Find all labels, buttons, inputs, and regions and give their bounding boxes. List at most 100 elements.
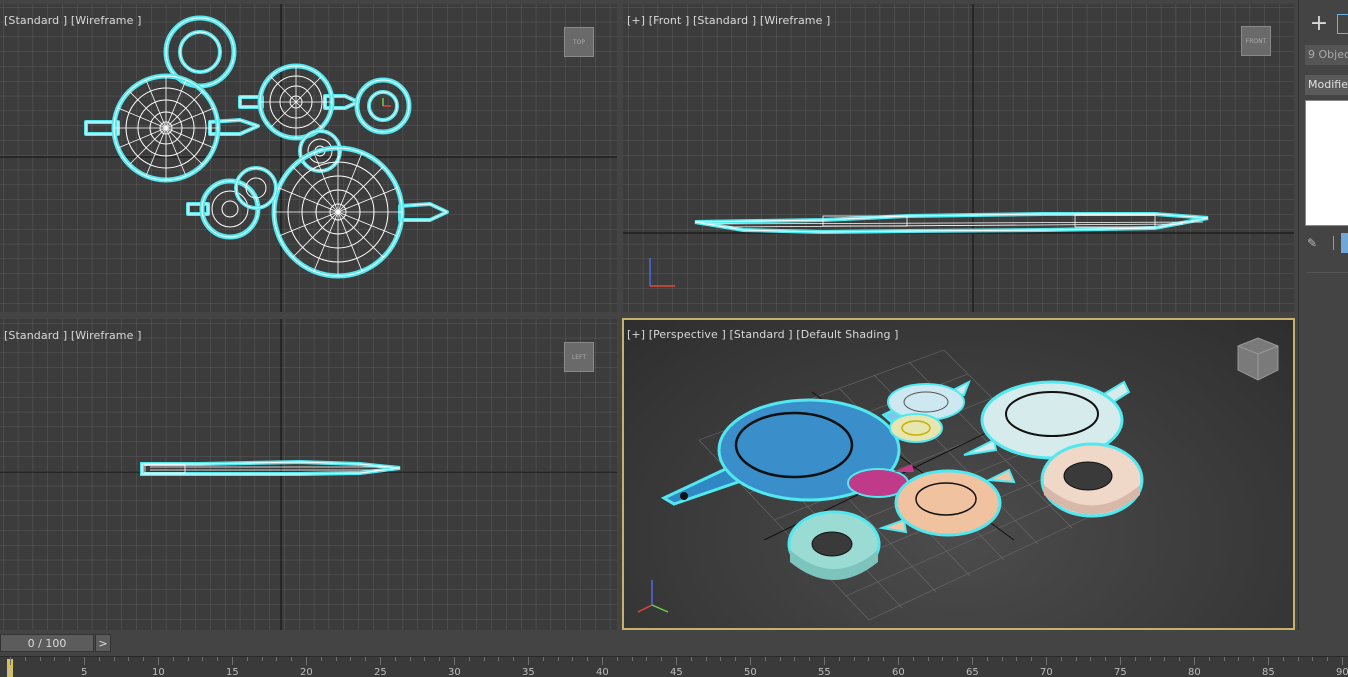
teapot-yellow[interactable] <box>889 413 943 443</box>
viewcube-perspective[interactable] <box>1237 337 1279 381</box>
modify-tab-icon[interactable] <box>1337 14 1348 34</box>
tick-label-35: 35 <box>522 667 535 677</box>
tick-label-60: 60 <box>892 667 905 677</box>
viewport-perspective[interactable]: [+] [Perspective ] [Standard ] [Default … <box>622 318 1295 630</box>
tick-mark <box>1194 657 1195 665</box>
tick-mark <box>1268 657 1269 665</box>
tick-mark <box>1016 657 1018 661</box>
tick-mark <box>513 657 515 661</box>
tick-mark <box>838 657 840 661</box>
tick-mark <box>602 657 603 665</box>
tick-label-70: 70 <box>1040 667 1053 677</box>
tick-label-25: 25 <box>374 667 387 677</box>
tick-mark <box>1164 657 1166 661</box>
tick-mark <box>1090 657 1092 661</box>
tick-mark <box>128 657 130 661</box>
tick-mark <box>912 657 914 661</box>
tick-mark <box>853 657 855 661</box>
tick-mark <box>10 657 11 665</box>
tick-mark <box>143 657 145 661</box>
objects-count: 9 Object <box>1305 45 1348 65</box>
top-grid <box>0 4 617 312</box>
viewcube-front[interactable]: FRONT <box>1241 26 1271 56</box>
tick-mark <box>202 657 204 661</box>
tick-mark <box>1179 657 1181 661</box>
tick-mark <box>587 657 589 661</box>
tick-mark <box>528 657 529 665</box>
viewport-left-label[interactable]: [Standard ] [Wireframe ] <box>4 329 141 342</box>
next-frame-button[interactable]: > <box>95 634 111 652</box>
tick-mark <box>809 657 811 661</box>
tick-mark <box>409 657 411 661</box>
tick-mark <box>1342 657 1343 665</box>
tick-mark <box>98 657 100 661</box>
tick-label-20: 20 <box>300 667 313 677</box>
tick-label-50: 50 <box>744 667 757 677</box>
track-bar[interactable]: 0 5 10 15 20 25 30 35 40 45 50 55 60 65 70 75 80 85 90 <box>0 656 1348 677</box>
viewport-top-label[interactable]: [Standard ] [Wireframe ] <box>4 14 141 27</box>
stack-button-blue[interactable] <box>1341 233 1348 253</box>
tick-mark <box>646 657 648 661</box>
tick-mark <box>957 657 959 661</box>
torus-teal[interactable] <box>787 510 881 580</box>
tick-label-80: 80 <box>1188 667 1201 677</box>
tick-mark <box>394 657 396 661</box>
tick-mark <box>187 657 189 661</box>
tick-mark <box>750 657 751 665</box>
tick-mark <box>468 657 470 661</box>
tick-mark <box>868 657 870 661</box>
tick-mark <box>320 657 322 661</box>
tick-mark <box>498 657 500 661</box>
tick-mark <box>24 657 26 661</box>
tick-mark <box>824 657 825 665</box>
left-grid <box>0 319 617 630</box>
tick-mark <box>986 657 988 661</box>
tick-mark <box>1149 657 1151 661</box>
tick-mark <box>1075 657 1077 661</box>
tick-mark <box>1282 657 1284 661</box>
tick-mark <box>1031 657 1033 661</box>
tick-mark <box>557 657 559 661</box>
tick-mark <box>616 657 618 661</box>
viewport-top[interactable]: [Standard ] [Wireframe ] TOP <box>0 4 617 312</box>
tick-mark <box>1253 657 1255 661</box>
viewport-left[interactable]: [Standard ] [Wireframe ] LEFT <box>0 319 617 630</box>
tick-mark <box>764 657 766 661</box>
viewport-front-label[interactable]: [+] [Front ] [Standard ] [Wireframe ] <box>627 14 830 27</box>
viewport-front[interactable]: [+] [Front ] [Standard ] [Wireframe ] FR… <box>623 4 1294 312</box>
tick-mark <box>883 657 885 661</box>
stack-divider <box>1333 236 1334 250</box>
tick-mark <box>54 657 56 661</box>
tick-mark <box>246 657 248 661</box>
tick-mark <box>1046 657 1047 665</box>
time-slider[interactable]: 0 / 100 <box>0 634 94 652</box>
modifier-list-label[interactable]: Modifier <box>1305 75 1348 95</box>
tick-mark <box>1223 657 1225 661</box>
tick-mark <box>1001 657 1003 661</box>
tick-label-45: 45 <box>670 667 683 677</box>
modifier-stack[interactable] <box>1305 100 1348 226</box>
tick-mark <box>1134 657 1136 661</box>
tick-mark <box>158 657 159 665</box>
teapot-lightblue-small[interactable] <box>887 379 971 421</box>
torus-peach[interactable] <box>1040 442 1144 518</box>
tick-mark <box>232 657 233 665</box>
tick-label-90: 90 <box>1336 667 1348 677</box>
panel-divider <box>1307 272 1348 273</box>
tick-mark <box>676 657 677 665</box>
front-grid <box>623 4 1294 312</box>
tick-label-55: 55 <box>818 667 831 677</box>
tick-label-85: 85 <box>1262 667 1275 677</box>
tick-mark <box>1208 657 1210 661</box>
pin-stack-icon[interactable]: ✎ <box>1307 236 1321 250</box>
tick-label-40: 40 <box>596 667 609 677</box>
viewport-perspective-label[interactable]: [+] [Perspective ] [Standard ] [Default … <box>627 328 899 341</box>
tick-mark <box>217 657 219 661</box>
timeline: 0 / 100 > 0 5 10 15 20 25 30 35 40 45 50 55 60 65 70 75… <box>0 630 1348 677</box>
viewcube-left[interactable]: LEFT <box>564 342 594 372</box>
tick-mark <box>1312 657 1314 661</box>
tick-mark <box>1120 657 1121 665</box>
plus-icon[interactable]: + <box>1307 12 1331 36</box>
viewcube-top[interactable]: TOP <box>564 27 594 57</box>
tick-mark <box>1297 657 1299 661</box>
